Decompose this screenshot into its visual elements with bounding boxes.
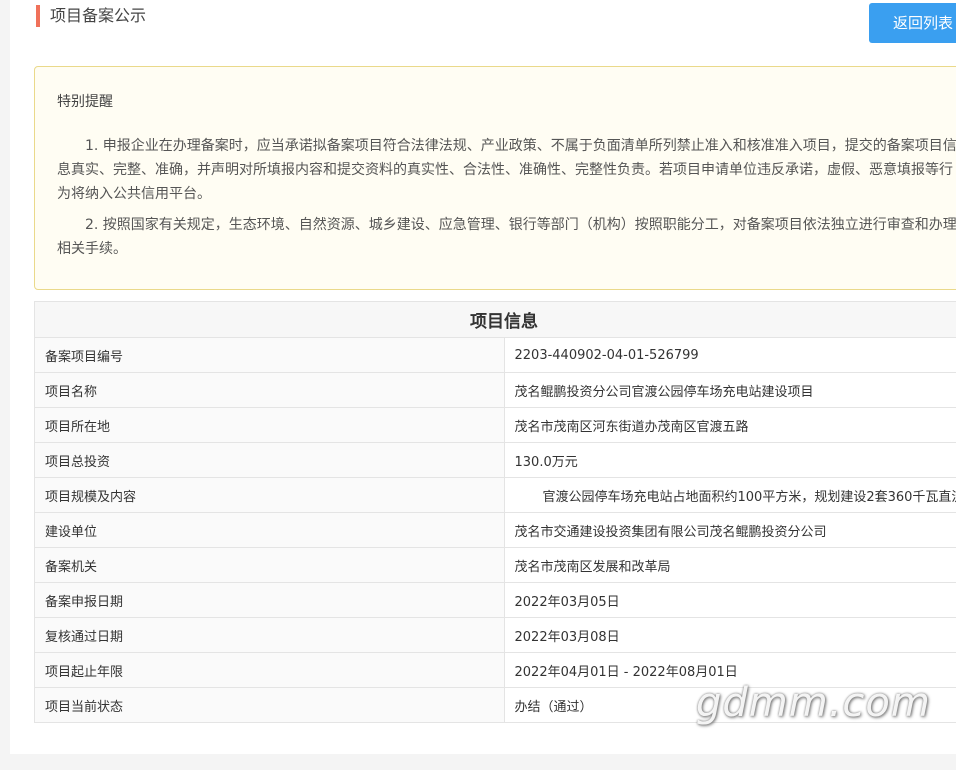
row-value: 茂名市交通建设投资集团有限公司茂名鲲鹏投资分公司 <box>503 512 956 548</box>
row-label: 项目当前状态 <box>34 687 505 723</box>
table-row: 备案项目编号 2203-440902-04-01-526799 <box>34 337 956 373</box>
watermark: gdmm.com <box>696 680 931 726</box>
row-value: 2203-440902-04-01-526799 <box>503 337 956 373</box>
row-label: 项目规模及内容 <box>34 477 505 513</box>
row-label: 备案项目编号 <box>34 337 505 373</box>
table-row: 建设单位 茂名市交通建设投资集团有限公司茂名鲲鹏投资分公司 <box>34 512 956 548</box>
row-value: 130.0万元 <box>503 442 956 478</box>
row-label: 备案申报日期 <box>34 582 505 618</box>
row-label: 项目起止年限 <box>34 652 505 688</box>
row-value: 茂名市茂南区河东街道办茂南区官渡五路 <box>503 407 956 443</box>
table-row: 备案申报日期 2022年03月05日 <box>34 582 956 618</box>
table-row: 项目名称 茂名鲲鹏投资分公司官渡公园停车场充电站建设项目 <box>34 372 956 408</box>
row-value: 2022年03月08日 <box>503 617 956 653</box>
notice-paragraph-1: 1. 申报企业在办理备案时，应当承诺拟备案项目符合法律法规、产业政策、不属于负面… <box>57 138 956 202</box>
special-notice-box: 特别提醒 1. 申报企业在办理备案时，应当承诺拟备案项目符合法律法规、产业政策、… <box>34 66 956 290</box>
title-row: 项目备案公示 返回列表 <box>10 0 956 50</box>
table-row: 复核通过日期 2022年03月08日 <box>34 617 956 653</box>
row-label: 复核通过日期 <box>34 617 505 653</box>
notice-paragraph-2: 2. 按照国家有关规定，生态环境、自然资源、城乡建设、应急管理、银行等部门（机构… <box>57 217 956 257</box>
row-label: 建设单位 <box>34 512 505 548</box>
row-value: 官渡公园停车场充电站占地面积约100平方米，规划建设2套360千瓦直流充电桩。 <box>503 477 956 513</box>
row-label: 备案机关 <box>34 547 505 583</box>
row-label: 项目总投资 <box>34 442 505 478</box>
row-label: 项目名称 <box>34 372 505 408</box>
page-title: 项目备案公示 <box>50 6 147 25</box>
title-accent-bar <box>36 5 40 27</box>
row-value: 茂名鲲鹏投资分公司官渡公园停车场充电站建设项目 <box>503 372 956 408</box>
page-container: 项目备案公示 返回列表 特别提醒 1. 申报企业在办理备案时，应当承诺拟备案项目… <box>10 0 956 754</box>
table-row: 备案机关 茂名市茂南区发展和改革局 <box>34 547 956 583</box>
table-heading: 项目信息 <box>34 301 956 338</box>
table-row: 项目总投资 130.0万元 <box>34 442 956 478</box>
project-info-table: 项目信息 备案项目编号 2203-440902-04-01-526799 项目名… <box>34 301 956 723</box>
row-label: 项目所在地 <box>34 407 505 443</box>
notice-title: 特别提醒 <box>57 94 113 110</box>
back-to-list-button[interactable]: 返回列表 <box>869 3 956 43</box>
row-value: 2022年03月05日 <box>503 582 956 618</box>
row-value: 茂名市茂南区发展和改革局 <box>503 547 956 583</box>
table-header-row: 项目信息 <box>34 301 956 338</box>
table-row: 项目规模及内容 官渡公园停车场充电站占地面积约100平方米，规划建设2套360千… <box>34 477 956 513</box>
table-row: 项目所在地 茂名市茂南区河东街道办茂南区官渡五路 <box>34 407 956 443</box>
